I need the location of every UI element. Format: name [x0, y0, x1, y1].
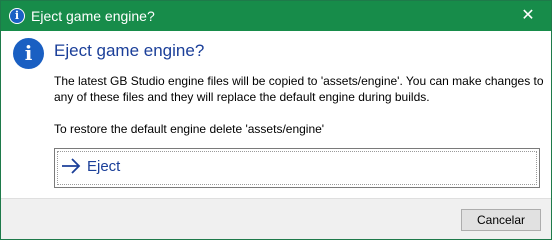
cancel-button[interactable]: Cancelar [461, 209, 541, 231]
eject-command-link[interactable]: Eject [54, 148, 540, 188]
focus-rect [57, 151, 537, 185]
dialog-heading: Eject game engine? [54, 41, 205, 60]
dialog-window: i Eject game engine? ✕ i Eject game engi… [0, 0, 552, 240]
eject-label: Eject [87, 158, 121, 175]
dialog-footer: Cancelar [1, 198, 551, 239]
dialog-content: i Eject game engine? The latest GB Studi… [1, 31, 551, 198]
title-bar: i Eject game engine? ✕ [1, 1, 551, 31]
window-title: Eject game engine? [31, 8, 155, 24]
info-icon: i [13, 38, 44, 69]
arrow-right-icon [62, 158, 81, 174]
dialog-note-text: To restore the default engine delete 'as… [54, 122, 325, 136]
dialog-body-text: The latest GB Studio engine files will b… [54, 74, 544, 104]
close-button[interactable]: ✕ [505, 1, 551, 31]
info-app-icon: i [9, 8, 25, 24]
